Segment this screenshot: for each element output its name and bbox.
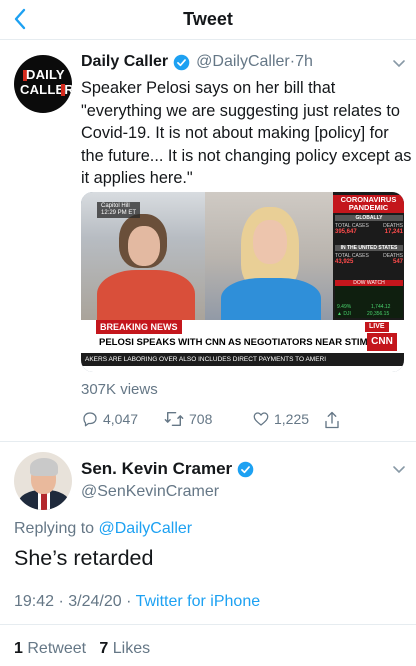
divider <box>0 624 416 625</box>
panel-title: CORONAVIRUS PANDEMIC <box>333 195 404 213</box>
top-bar: Tweet <box>0 0 416 40</box>
reply-author-handle[interactable]: @SenKevinCramer <box>81 483 219 501</box>
panel-title-2: PANDEMIC <box>348 203 389 212</box>
like-total: 7 <box>99 640 109 657</box>
us-deaths: 547 <box>392 259 403 265</box>
global-deaths: 17,241 <box>384 229 403 235</box>
location-overlay: Capitol Hill 12:29 PM ET <box>97 202 141 218</box>
global-label: GLOBALLY <box>335 215 403 221</box>
reply-button[interactable]: 4,047 <box>81 410 138 428</box>
retweet-label: Retweet <box>27 640 87 657</box>
like-icon <box>253 412 269 426</box>
author-name[interactable]: Daily Caller <box>81 53 168 71</box>
verified-badge-icon <box>237 461 254 477</box>
separator: · <box>126 593 132 610</box>
reply-icon <box>83 412 97 427</box>
like-count: 1,225 <box>274 411 310 427</box>
retweet-count: 708 <box>189 411 213 427</box>
separator: · <box>58 593 64 610</box>
dow-value: 1,744.12 <box>371 304 391 310</box>
tweet-time: 19:42 <box>14 593 55 610</box>
avatar-logo-text-1: DAILY <box>26 67 65 82</box>
breaking-news-label: BREAKING NEWS <box>96 320 182 335</box>
us-label: IN THE UNITED STATES <box>335 245 403 251</box>
divider <box>0 441 416 442</box>
tweet-source[interactable]: Twitter for iPhone <box>136 593 261 610</box>
tweet-actions: 4,047 708 1,225 <box>81 410 411 434</box>
share-button[interactable] <box>323 410 345 430</box>
author-handle[interactable]: @DailyCaller <box>196 53 290 71</box>
reply-author-name[interactable]: Sen. Kevin Cramer <box>81 459 232 479</box>
original-author-line: Daily Caller @DailyCaller · 7h <box>81 53 313 71</box>
speaker-one-face <box>128 226 160 266</box>
verified-badge-icon <box>173 54 190 70</box>
avatar-tie <box>41 492 47 510</box>
dow-level: 20,356.15 <box>367 311 390 317</box>
chevron-down-icon[interactable] <box>392 56 406 74</box>
kevin-cramer-avatar[interactable] <box>14 452 72 510</box>
view-count: 307K views <box>81 381 158 398</box>
news-ticker: AKERS ARE LABORING OVER ALSO INCLUDES DI… <box>81 353 404 366</box>
likes-stat[interactable]: 7 Likes <box>99 640 150 657</box>
chevron-down-icon[interactable] <box>392 462 406 480</box>
reply-author-line: Sen. Kevin Cramer <box>81 459 260 479</box>
share-icon <box>325 411 339 429</box>
us-cases: 43,925 <box>335 259 354 265</box>
logo-mark <box>61 84 65 96</box>
avatar-hair <box>30 458 58 476</box>
dow-sub-label: ▲ DJI <box>337 311 351 317</box>
reply-text: She’s retarded <box>14 546 154 570</box>
retweet-button[interactable]: 708 <box>163 410 212 428</box>
tweet-text: Speaker Pelosi says on her bill that "ev… <box>81 79 412 187</box>
retweet-total: 1 <box>14 640 23 657</box>
daily-caller-avatar[interactable]: DAILY CALLER <box>14 55 72 113</box>
video-player[interactable]: Capitol Hill 12:29 PM ET CORONAVIRUS PAN… <box>81 192 404 372</box>
replying-to: Replying to @DailyCaller <box>14 520 192 538</box>
location-line-2: 12:29 PM ET <box>101 210 137 216</box>
global-cases: 395,647 <box>335 229 357 235</box>
like-button[interactable]: 1,225 <box>252 410 309 428</box>
video-headline: PELOSI SPEAKS WITH CNN AS NEGOTIATORS NE… <box>96 334 381 351</box>
location-line-1: Capitol Hill <box>101 203 130 209</box>
dow-pct: 9.49% <box>337 304 352 310</box>
retweet-icon <box>164 412 184 426</box>
network-logo: CNN <box>367 333 397 351</box>
global-section: GLOBALLY TOTAL CASES DEATHS 395,647 17,2… <box>335 215 403 235</box>
live-label: LIVE <box>365 322 389 332</box>
page-title: Tweet <box>183 9 233 29</box>
like-label: Likes <box>112 640 151 657</box>
engagement-stats: 1 Retweet 7 Likes <box>14 640 150 658</box>
dow-label: DOW WATCH <box>335 280 403 286</box>
tweet-meta: 19:42 · 3/24/20 · Twitter for iPhone <box>14 593 260 611</box>
us-section: IN THE UNITED STATES TOTAL CASES DEATHS … <box>335 245 403 265</box>
replying-to-mention[interactable]: @DailyCaller <box>99 520 193 537</box>
tweet-date: 3/24/20 <box>68 593 122 610</box>
dow-watch: DOW WATCH 9.49% 1,744.12 ▲ DJI 20,356.15 <box>335 280 403 318</box>
retweets-stat[interactable]: 1 Retweet <box>14 640 86 657</box>
speaker-two-face <box>253 220 287 264</box>
timestamp: 7h <box>295 53 313 70</box>
replying-prefix: Replying to <box>14 520 95 537</box>
reply-count: 4,047 <box>103 411 139 427</box>
